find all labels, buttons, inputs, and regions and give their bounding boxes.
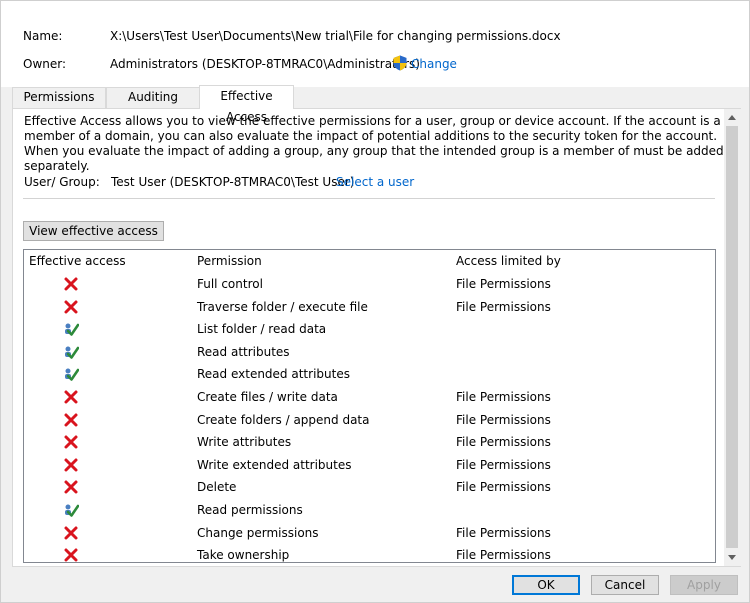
table-header: Effective access Permission Access limit…: [24, 250, 715, 272]
permission-name: Change permissions: [197, 525, 319, 540]
access-limited-by: File Permissions: [456, 390, 551, 404]
permission-name: Delete: [197, 480, 237, 495]
permission-name: Full control: [197, 277, 263, 291]
permission-name: Read attributes: [197, 344, 290, 359]
permission-name: Take ownership: [197, 548, 290, 563]
table-row[interactable]: Delete File Permissions: [24, 477, 715, 500]
permission-name: Read permissions: [197, 503, 303, 517]
table-row[interactable]: Read attributes: [24, 342, 715, 365]
access-limited-by: File Permissions: [456, 480, 551, 495]
change-owner-link[interactable]: Change: [411, 57, 457, 71]
denied-x-icon: [63, 457, 79, 473]
column-effective-access[interactable]: Effective access: [29, 254, 126, 268]
tab-effective-access[interactable]: Effective Access: [199, 85, 294, 124]
view-effective-access-button[interactable]: View effective access: [23, 221, 164, 241]
header-area: Name: X:\Users\Test User\Documents\New t…: [1, 1, 749, 87]
table-row[interactable]: Write extended attributes File Permission…: [24, 455, 715, 478]
access-limited-by: File Permissions: [456, 299, 551, 314]
scrollbar-thumb[interactable]: [726, 126, 738, 548]
table-row[interactable]: Full control File Permissions: [24, 274, 715, 297]
access-limited-by: File Permissions: [456, 525, 551, 540]
owner-value: Administrators (DESKTOP-8TMRAC0\Administ…: [110, 57, 420, 71]
permission-name: Create folders / append data: [197, 412, 370, 427]
table-row[interactable]: Create files / write data File Permission…: [24, 387, 715, 410]
access-limited-by: File Permissions: [456, 548, 551, 563]
access-limited-by: File Permissions: [456, 277, 551, 291]
allowed-check-icon: [63, 344, 80, 360]
denied-x-icon: [63, 276, 79, 292]
allowed-check-icon: [63, 366, 80, 382]
tab-strip: Permissions Auditing Effective Access: [12, 85, 740, 124]
access-limited-by: File Permissions: [456, 412, 551, 427]
permission-name: Traverse folder / execute file: [197, 299, 368, 314]
table-row[interactable]: Create folders / append data File Permiss…: [24, 410, 715, 433]
vertical-scrollbar[interactable]: [724, 109, 741, 566]
description-text: Effective Access allows you to view the …: [24, 114, 724, 173]
column-permission[interactable]: Permission: [197, 254, 262, 268]
denied-x-icon: [63, 479, 79, 495]
allowed-check-icon: [63, 321, 80, 337]
user-group-label: User/ Group:: [24, 175, 100, 189]
name-value: X:\Users\Test User\Documents\New trial\F…: [110, 29, 561, 43]
owner-label: Owner:: [23, 57, 67, 71]
tab-permissions[interactable]: Permissions: [12, 87, 106, 108]
permission-name: Create files / write data: [197, 390, 338, 404]
allowed-check-icon: [63, 502, 80, 518]
denied-x-icon: [63, 434, 79, 450]
permission-name: Write attributes: [197, 435, 292, 450]
table-row[interactable]: Write attributes File Permissions: [24, 432, 715, 455]
column-access-limited-by[interactable]: Access limited by: [456, 254, 561, 268]
denied-x-icon: [63, 525, 79, 541]
table-row[interactable]: Change permissions File Permissions: [24, 523, 715, 546]
scroll-down-icon[interactable]: [728, 555, 736, 560]
permission-name: List folder / read data: [197, 322, 327, 337]
cancel-button[interactable]: Cancel: [591, 575, 659, 595]
table-row[interactable]: Read permissions: [24, 500, 715, 523]
name-label: Name:: [23, 29, 63, 43]
table-row[interactable]: Read extended attributes: [24, 364, 715, 387]
effective-access-table[interactable]: Effective access Permission Access limit…: [23, 249, 716, 563]
advanced-security-dialog: Name: X:\Users\Test User\Documents\New t…: [0, 0, 750, 603]
denied-x-icon: [63, 389, 79, 405]
access-limited-by: File Permissions: [456, 435, 551, 450]
permission-name: Write extended attributes: [197, 457, 352, 472]
denied-x-icon: [63, 547, 79, 562]
table-row[interactable]: Traverse folder / execute file File Permi…: [24, 297, 715, 320]
ok-button[interactable]: OK: [512, 575, 580, 595]
uac-shield-icon: [393, 55, 407, 71]
effective-access-panel: Effective Access allows you to view the …: [12, 108, 741, 567]
separator: [23, 198, 715, 199]
select-user-link[interactable]: Select a user: [336, 175, 414, 189]
table-row[interactable]: List folder / read data: [24, 319, 715, 342]
scroll-up-icon[interactable]: [728, 115, 736, 120]
table-row[interactable]: Take ownership File Permissions: [24, 545, 715, 563]
apply-button[interactable]: Apply: [670, 575, 738, 595]
denied-x-icon: [63, 412, 79, 428]
denied-x-icon: [63, 299, 79, 315]
access-limited-by: File Permissions: [456, 457, 551, 472]
permission-name: Read extended attributes: [197, 367, 350, 382]
tab-auditing[interactable]: Auditing: [106, 87, 200, 108]
user-group-value: Test User (DESKTOP-8TMRAC0\Test User): [111, 175, 355, 189]
